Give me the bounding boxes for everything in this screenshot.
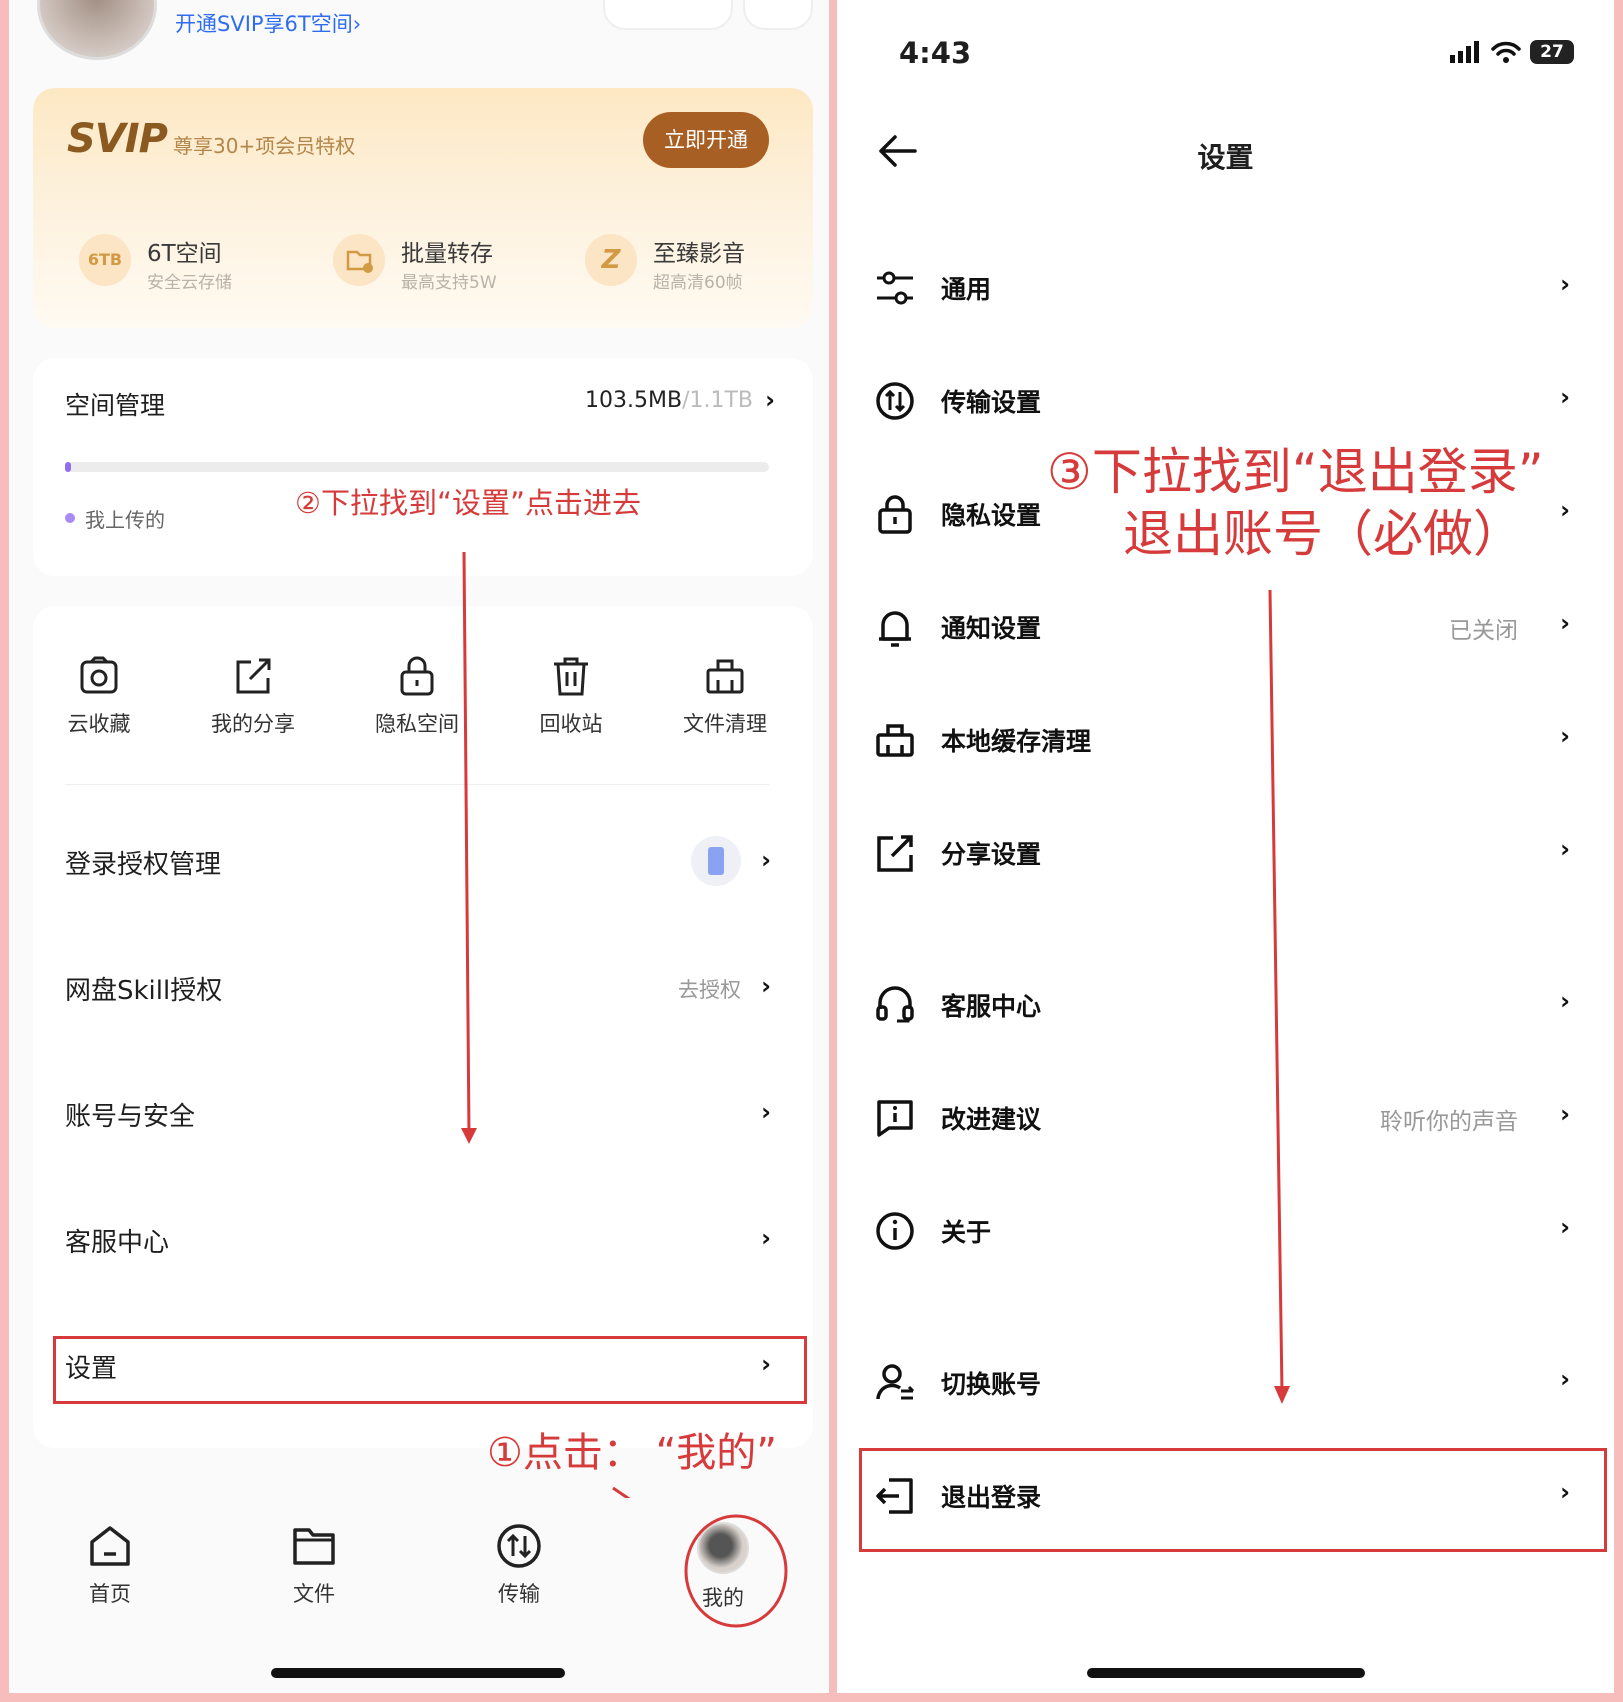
tab-files[interactable]: 文件 (264, 1522, 364, 1608)
transfer-icon (497, 1524, 541, 1568)
home-indicator (1087, 1668, 1365, 1678)
tab-label: 传输 (498, 1582, 540, 1606)
tab-transfer[interactable]: 传输 (469, 1522, 569, 1608)
tab-label: 文件 (293, 1582, 335, 1606)
tab-label: 首页 (89, 1582, 131, 1606)
annotation-step-1: ①点击： “我的” (487, 1430, 778, 1476)
right-panel-settings-page: 4:43 27 设置 通用 › 传输设置 › 隐私设置 › 通知设置 已关闭 ›… (837, 0, 1614, 1693)
tab-home[interactable]: 首页 (60, 1522, 160, 1608)
folder-icon (293, 1528, 335, 1565)
annotation-circle-mine (684, 1514, 788, 1628)
home-indicator (271, 1668, 565, 1678)
home-icon (90, 1526, 130, 1566)
left-panel-my-page: 开通SVIP享6T空间› SVIP 尊享30+项会员特权 立即开通 6TB 6T… (9, 0, 829, 1693)
annotation-arrow-down (1268, 589, 1290, 1404)
